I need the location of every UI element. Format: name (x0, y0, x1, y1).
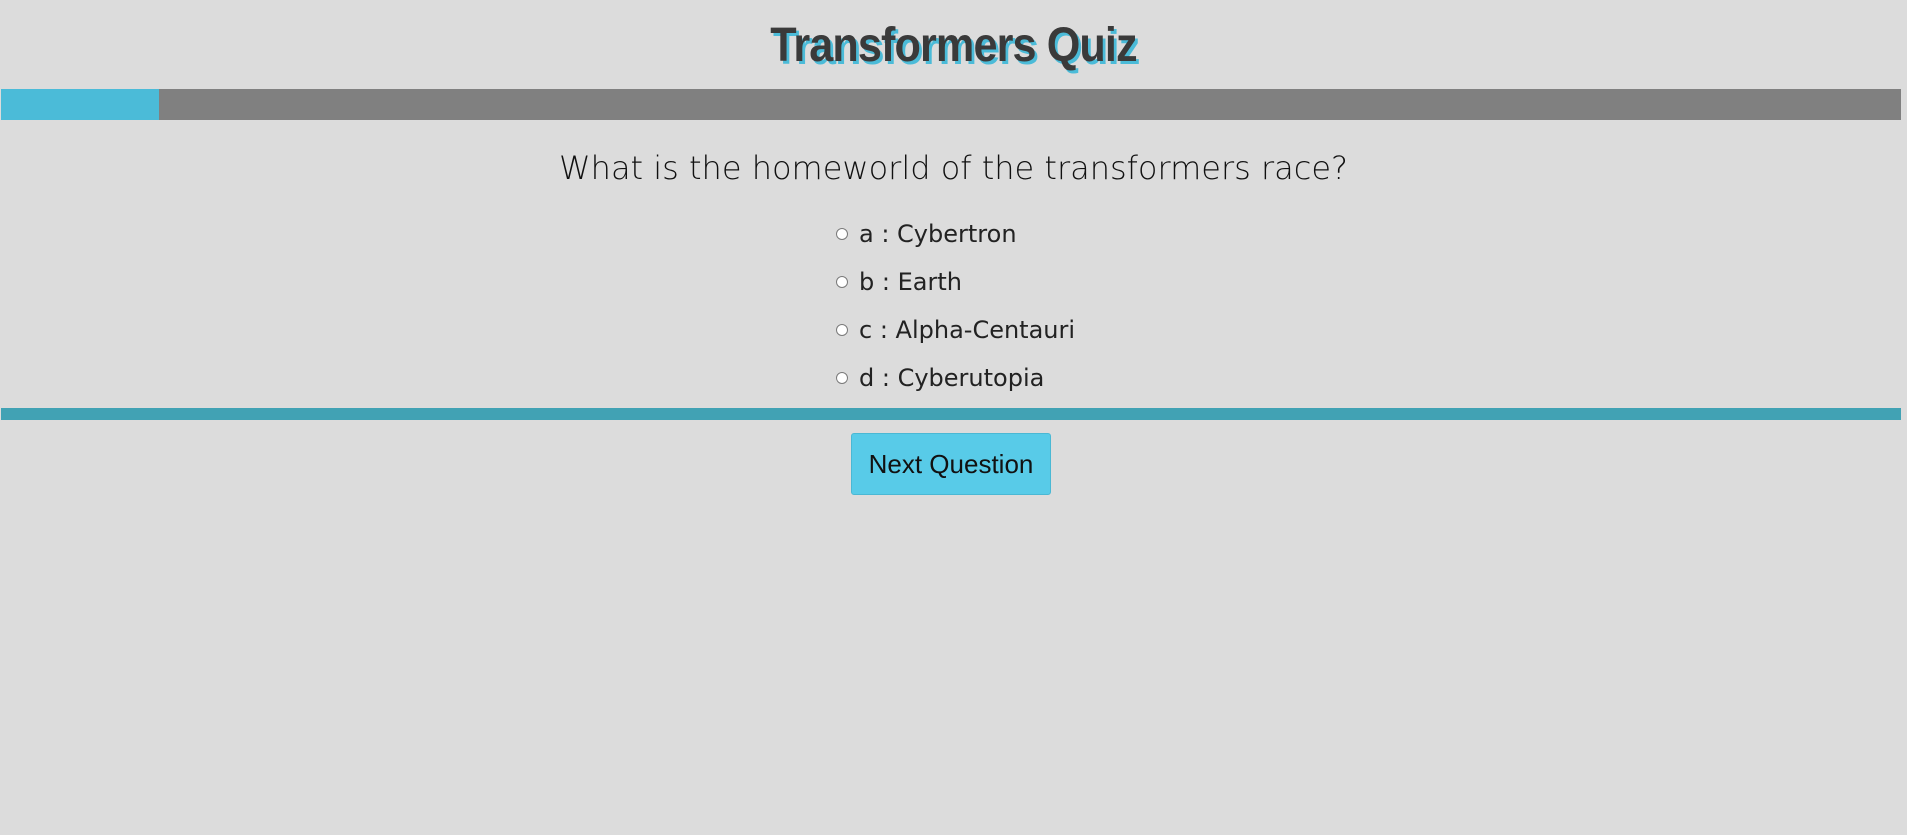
radio-button-a[interactable] (836, 228, 848, 240)
answer-option-c[interactable]: c : Alpha-Centauri (836, 306, 1075, 354)
progress-fill (1, 89, 159, 120)
answer-option-label: b : Earth (859, 268, 962, 296)
answer-option-b[interactable]: b : Earth (836, 258, 1075, 306)
radio-button-d[interactable] (836, 372, 848, 384)
radio-button-c[interactable] (836, 324, 848, 336)
answer-options: a : Cybertron b : Earth c : Alpha-Centau… (836, 210, 1075, 402)
quiz-page: Transformers Quiz What is the homeworld … (0, 0, 1907, 835)
question-text: What is the homeworld of the transformer… (559, 149, 1348, 187)
answer-option-label: d : Cyberutopia (859, 364, 1045, 392)
divider (1, 408, 1901, 420)
answer-option-a[interactable]: a : Cybertron (836, 210, 1075, 258)
radio-button-b[interactable] (836, 276, 848, 288)
next-question-button[interactable]: Next Question (851, 433, 1051, 495)
answer-option-d[interactable]: d : Cyberutopia (836, 354, 1075, 402)
progress-bar (1, 89, 1901, 120)
page-title: Transformers Quiz (770, 19, 1137, 72)
answer-option-label: c : Alpha-Centauri (859, 316, 1076, 344)
answer-option-label: a : Cybertron (859, 220, 1017, 248)
